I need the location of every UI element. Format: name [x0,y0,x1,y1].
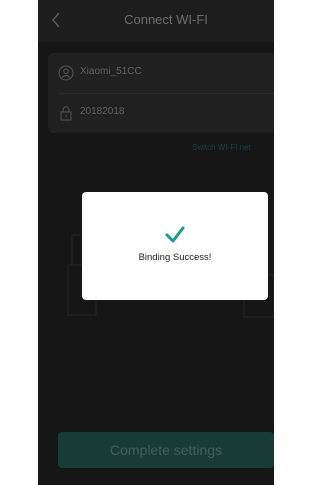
success-dialog: Binding Success! [82,192,268,300]
back-arrow-icon[interactable] [48,9,64,31]
complete-settings-button[interactable]: Complete settings [58,432,274,468]
wifi-form-card: Xiaomi_51CC 20182018 [48,53,274,133]
user-icon [58,65,74,81]
checkmark-icon [165,226,185,243]
switch-wifi-link[interactable]: Switch WI-FI net [192,143,251,152]
ssid-row[interactable]: Xiaomi_51CC [48,53,274,93]
header-bar: Connect WI-FI [38,0,274,42]
password-row[interactable]: 20182018 [48,93,274,133]
page-title: Connect WI-FI [124,12,208,27]
password-field[interactable]: 20182018 [80,106,125,117]
dialog-message: Binding Success! [138,252,212,263]
ssid-field[interactable]: Xiaomi_51CC [80,66,142,77]
lock-icon [60,106,72,121]
